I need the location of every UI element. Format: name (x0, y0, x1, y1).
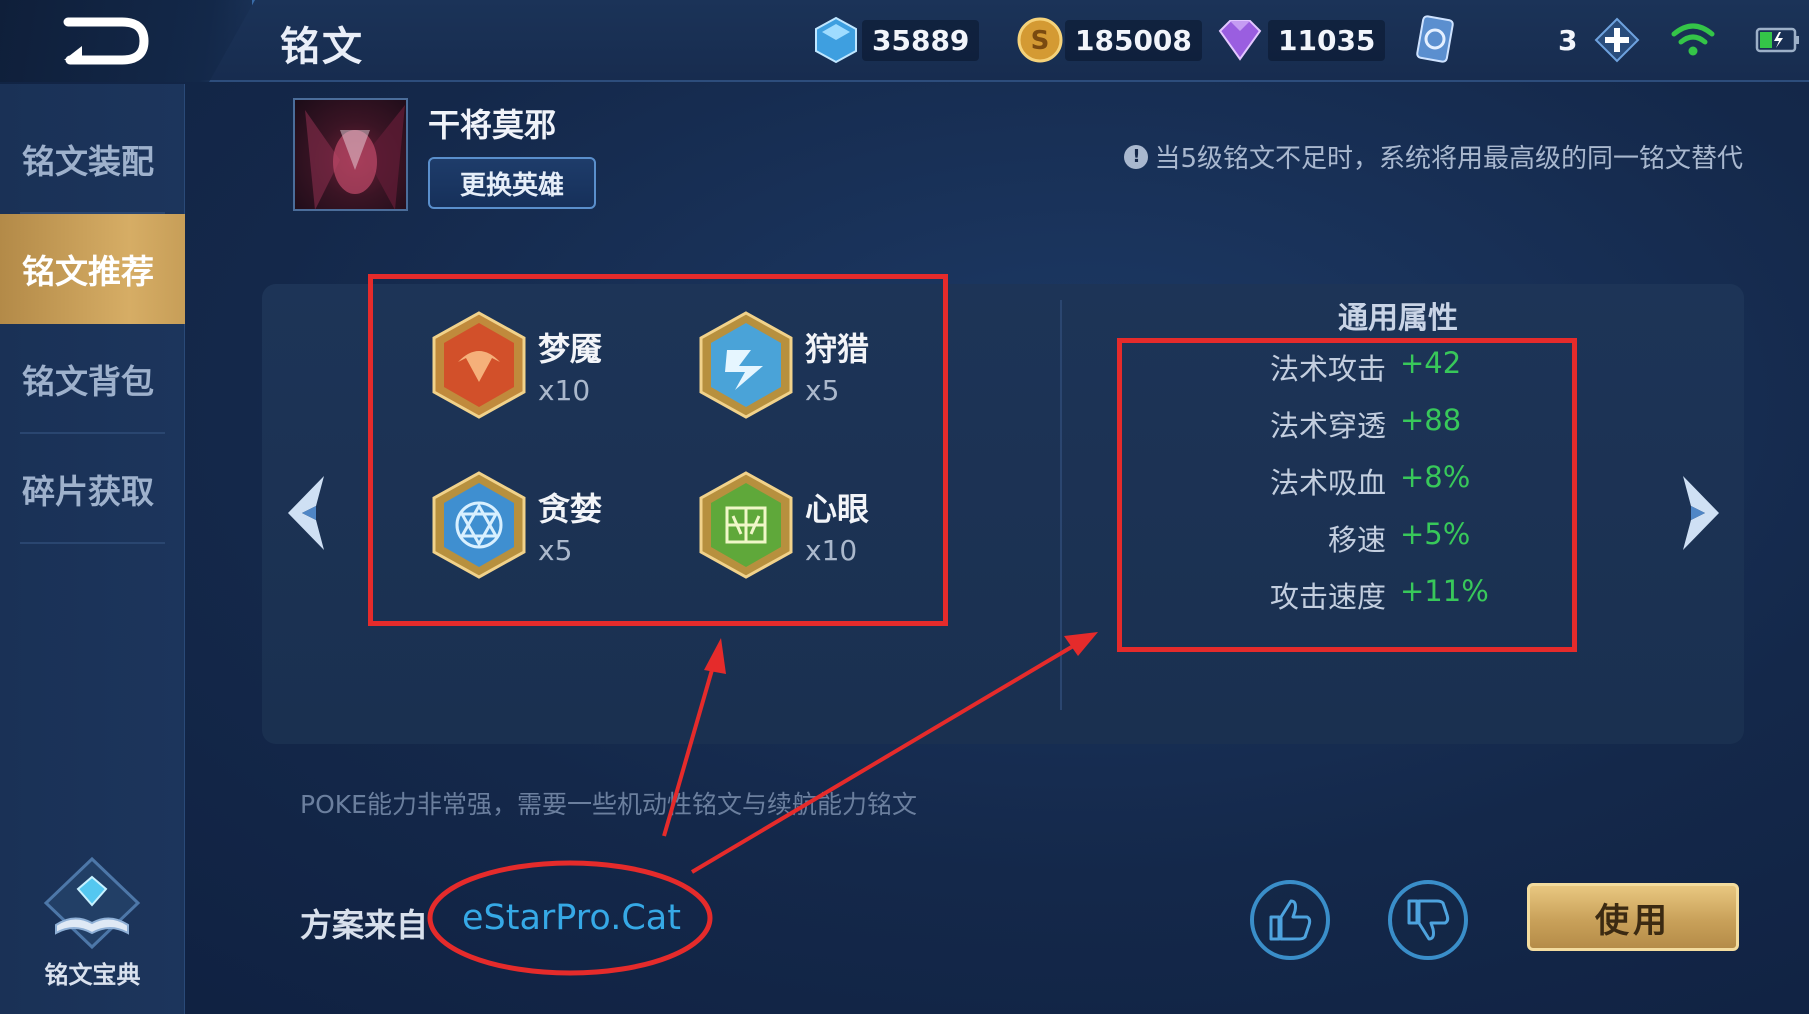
annotation-arrow-line (690, 640, 1082, 874)
use-button[interactable]: 使用 (1527, 883, 1739, 951)
annotation-arrow-head (1064, 632, 1098, 656)
dislike-button[interactable] (1388, 880, 1468, 960)
like-button[interactable] (1250, 880, 1330, 960)
thumbs-down-icon (1407, 899, 1450, 941)
annotation-ellipse (427, 860, 713, 976)
thumbs-up-icon (1269, 899, 1312, 941)
annotation-arrow-head (704, 638, 726, 674)
annotation-overlay (427, 632, 1098, 976)
annotation-arrow-line (662, 655, 718, 837)
